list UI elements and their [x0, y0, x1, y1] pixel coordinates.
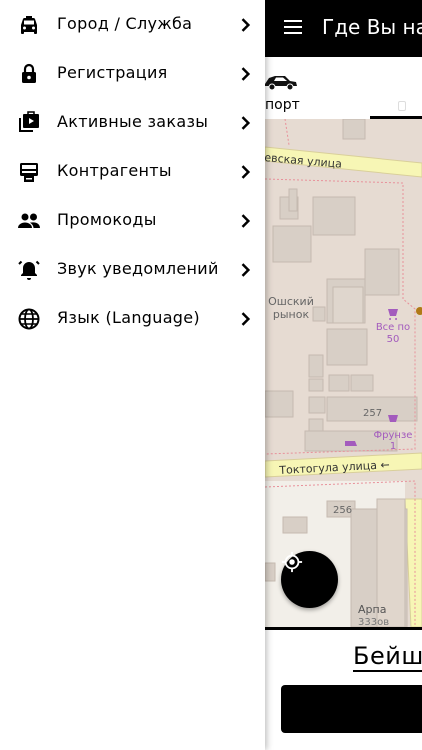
transport-tab-label[interactable]: порт	[265, 97, 300, 113]
menu-icon[interactable]	[284, 20, 302, 34]
drawer-item-label: Контрагенты	[57, 161, 172, 180]
arpa-label: Арпа	[358, 603, 387, 616]
chevron-right-icon	[241, 312, 251, 326]
drawer-item-label: Звук уведомлений	[57, 259, 219, 278]
drawer-item-city-service[interactable]: Город / Служба	[0, 0, 265, 49]
chevron-right-icon	[241, 263, 251, 277]
globe-icon	[18, 308, 40, 330]
drawer-item-counterparties[interactable]: Контрагенты	[0, 147, 265, 196]
tab-icon[interactable]	[398, 101, 406, 111]
taxi-icon	[21, 16, 37, 34]
lock-icon	[22, 63, 36, 83]
drawer-item-label: Регистрация	[57, 63, 168, 82]
order-button[interactable]	[281, 685, 422, 733]
address-bar: Бейш	[265, 627, 422, 687]
chevron-right-icon	[241, 67, 251, 81]
chevron-right-icon	[241, 18, 251, 32]
arpa-sub-label: 333ов	[358, 617, 390, 627]
car-icon[interactable]	[265, 69, 299, 93]
app-bar: Где Вы на	[265, 0, 422, 57]
house-number-256: 256	[333, 505, 353, 516]
drawer-item-notification-sound[interactable]: Звук уведомлений	[0, 245, 265, 294]
drawer-item-promocodes[interactable]: Промокоды	[0, 196, 265, 245]
map-view[interactable]: евская улица Токтогула улица ← Ошский ры…	[265, 119, 422, 627]
drawer-item-language[interactable]: Язык (Language)	[0, 294, 265, 343]
house-number-257: 257	[363, 408, 383, 419]
drawer-item-active-orders[interactable]: Активные заказы	[0, 98, 265, 147]
video-library-icon	[19, 111, 39, 132]
address-text[interactable]: Бейш	[353, 642, 422, 670]
map-screen: Где Вы на порт евская улица Токтогула ул…	[265, 0, 422, 750]
chevron-right-icon	[241, 116, 251, 130]
people-icon	[18, 213, 40, 228]
drawer-item-label: Активные заказы	[57, 112, 209, 131]
drawer-item-label: Язык (Language)	[57, 308, 200, 327]
alarm-bell-icon	[18, 260, 40, 280]
card-reader-icon	[20, 163, 38, 182]
poi-icon	[416, 307, 422, 315]
app-bar-title: Где Вы на	[322, 15, 422, 39]
drawer-item-registration[interactable]: Регистрация	[0, 49, 265, 98]
chevron-right-icon	[241, 165, 251, 179]
crosshair-icon	[281, 551, 303, 573]
shoe-shop-icon	[345, 441, 357, 446]
navigation-drawer: Город / Служба Регистрация Активные зака…	[0, 0, 265, 750]
address-underline	[353, 670, 422, 672]
shop-label-2: Фрунзе 1	[373, 430, 413, 452]
drawer-item-label: Город / Служба	[57, 14, 193, 33]
drawer-item-label: Промокоды	[57, 210, 157, 229]
shop-icon	[388, 309, 398, 320]
shop-label-1: Все по 50	[375, 322, 411, 345]
transport-tabs: порт	[265, 57, 422, 119]
my-location-button[interactable]	[281, 551, 338, 608]
market-label: Ошский рынок	[268, 295, 314, 321]
chevron-right-icon	[241, 214, 251, 228]
